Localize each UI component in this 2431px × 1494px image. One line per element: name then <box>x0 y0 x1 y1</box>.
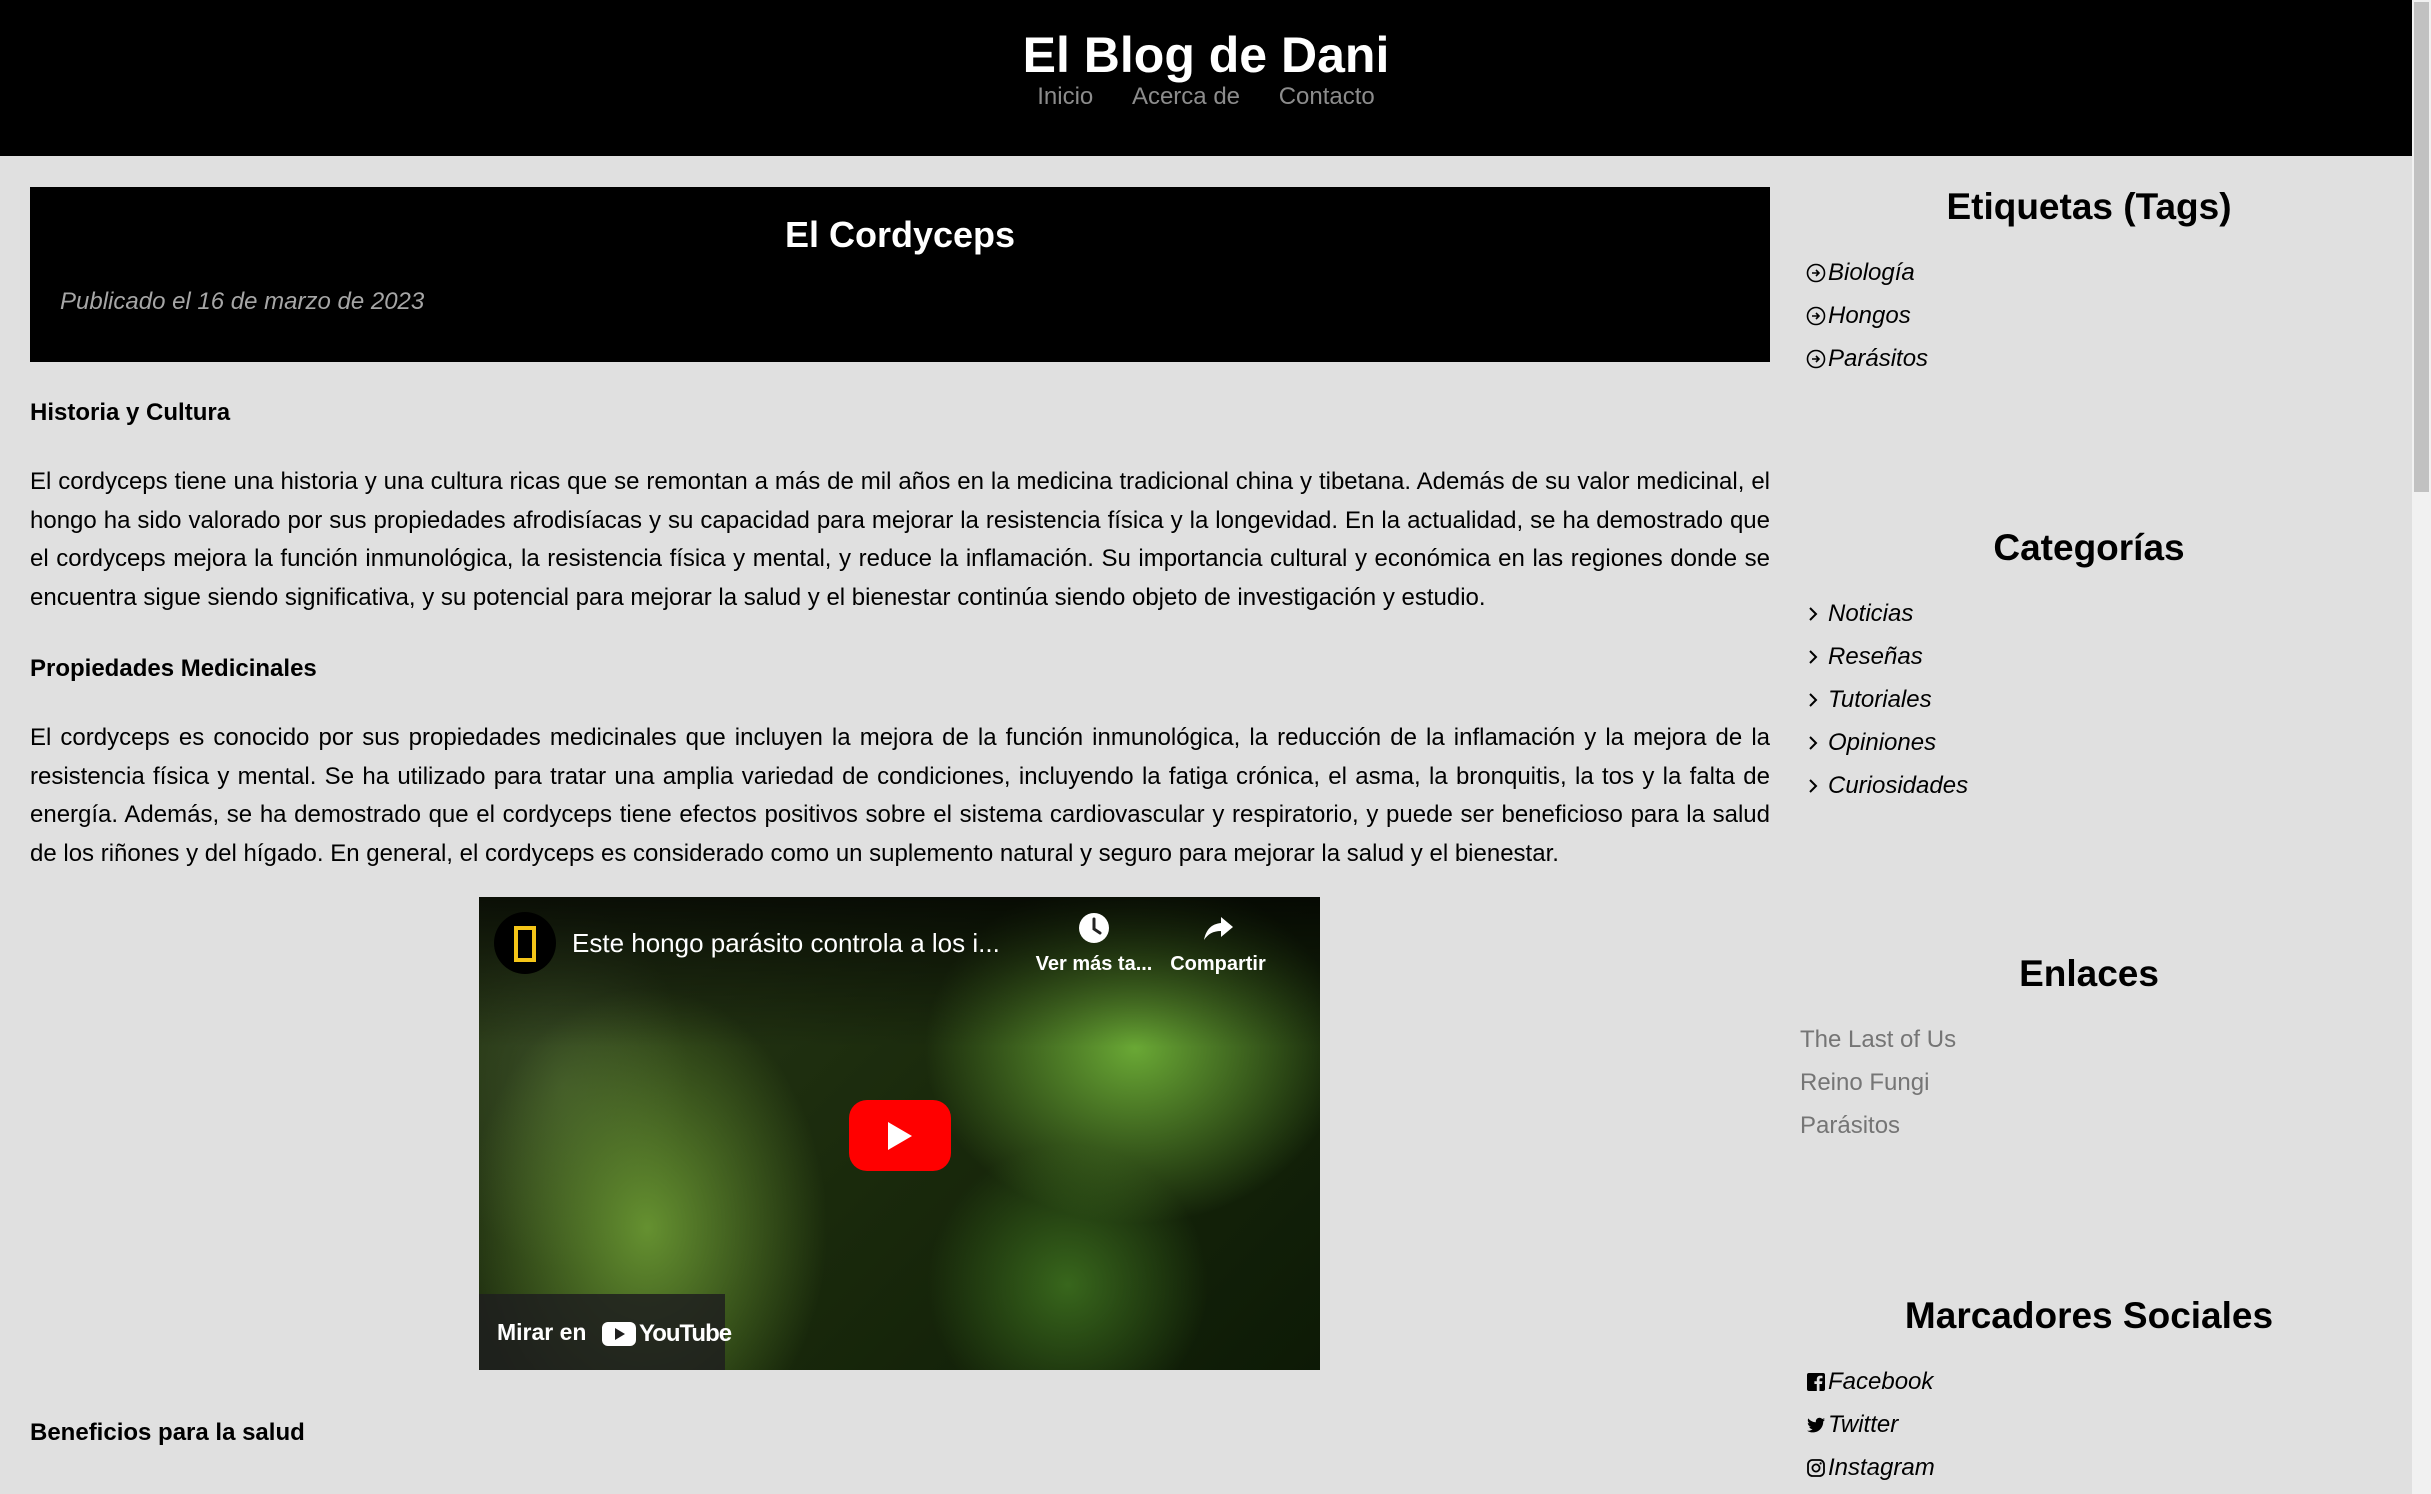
category-item[interactable]: Reseñas <box>1800 635 2378 678</box>
link-reino-fungi[interactable]: Reino Fungi <box>1800 1068 1929 1098</box>
post-date: Publicado el 16 de marzo de 2023 <box>60 288 425 315</box>
main-nav: Inicio Acerca de Contacto <box>0 82 2412 112</box>
post-header: El Cordyceps Publicado el 16 de marzo de… <box>30 187 1770 362</box>
site-title[interactable]: El Blog de Dani <box>0 22 2412 88</box>
chevron-right-icon <box>1800 728 1828 758</box>
nav-contacto[interactable]: Contacto <box>1279 83 1375 110</box>
clock-icon <box>1079 913 1109 943</box>
scrollbar-thumb[interactable] <box>2414 2 2429 492</box>
categories-list: Noticias Reseñas Tutoriales Opiniones Cu… <box>1800 592 2378 807</box>
link-parasitos[interactable]: Parásitos <box>1800 1111 1900 1141</box>
page-scrollbar[interactable] <box>2412 0 2431 1494</box>
categories-heading: Categorías <box>1993 527 2185 568</box>
social-link-instagram[interactable]: Instagram <box>1828 1453 1935 1483</box>
link-item[interactable]: The Last of Us <box>1800 1018 2378 1061</box>
share-icon <box>1204 917 1233 940</box>
social-item[interactable]: Facebook <box>1800 1360 2378 1403</box>
tag-item[interactable]: Parásitos <box>1800 337 2378 380</box>
links-heading: Enlaces <box>2019 953 2159 994</box>
social-item[interactable]: Instagram <box>1800 1446 2378 1489</box>
tag-link[interactable]: Hongos <box>1828 301 1911 331</box>
tags-heading: Etiquetas (Tags) <box>1946 186 2232 227</box>
circle-arrow-right-icon <box>1800 301 1828 331</box>
play-button[interactable] <box>849 1100 951 1171</box>
youtube-video-embed[interactable]: Este hongo parásito controla a los i... … <box>479 897 1320 1370</box>
chevron-right-icon <box>1800 685 1828 715</box>
tag-link[interactable]: Biología <box>1828 258 1915 288</box>
section-heading-propiedades: Propiedades Medicinales <box>30 655 317 682</box>
category-link[interactable]: Tutoriales <box>1828 685 1932 715</box>
share-label: Compartir <box>1170 953 1266 975</box>
category-link[interactable]: Curiosidades <box>1828 771 1968 801</box>
social-list: Facebook Twitter Instagram <box>1800 1360 2378 1489</box>
social-heading: Marcadores Sociales <box>1904 1295 2274 1336</box>
social-link-twitter[interactable]: Twitter <box>1828 1410 1898 1440</box>
tag-item[interactable]: Hongos <box>1800 294 2378 337</box>
section-heading-beneficios: Beneficios para la salud <box>30 1419 305 1446</box>
category-item[interactable]: Opiniones <box>1800 721 2378 764</box>
section-heading-historia: Historia y Cultura <box>30 399 231 426</box>
paragraph-historia: El cordyceps tiene una historia y una cu… <box>30 468 1770 611</box>
facebook-icon <box>1800 1367 1828 1397</box>
watch-on-label: Mirar en <box>497 1319 587 1345</box>
link-item[interactable]: Parásitos <box>1800 1104 2378 1147</box>
link-item[interactable]: Reino Fungi <box>1800 1061 2378 1104</box>
social-item[interactable]: Twitter <box>1800 1403 2378 1446</box>
nav-acerca-de[interactable]: Acerca de <box>1132 83 1240 110</box>
site-header: El Blog de Dani Inicio Acerca de Contact… <box>0 0 2412 156</box>
category-link[interactable]: Opiniones <box>1828 728 1936 758</box>
link-the-last-of-us[interactable]: The Last of Us <box>1800 1025 1956 1055</box>
category-item[interactable]: Curiosidades <box>1800 764 2378 807</box>
play-icon <box>888 1122 912 1150</box>
category-item[interactable]: Tutoriales <box>1800 678 2378 721</box>
tag-item[interactable]: Biología <box>1800 251 2378 294</box>
watch-later-button[interactable]: Ver más ta... <box>1029 911 1159 976</box>
chevron-right-icon <box>1800 642 1828 672</box>
chevron-right-icon <box>1800 599 1828 629</box>
links-list: The Last of Us Reino Fungi Parásitos <box>1800 1018 2378 1147</box>
instagram-icon <box>1800 1453 1828 1483</box>
channel-logo-icon[interactable] <box>494 912 556 974</box>
social-link-facebook[interactable]: Facebook <box>1828 1367 1933 1397</box>
category-link[interactable]: Reseñas <box>1828 642 1923 672</box>
circle-arrow-right-icon <box>1800 258 1828 288</box>
tag-link[interactable]: Parásitos <box>1828 344 1928 374</box>
circle-arrow-right-icon <box>1800 344 1828 374</box>
chevron-right-icon <box>1800 771 1828 801</box>
nav-inicio[interactable]: Inicio <box>1037 83 1093 110</box>
youtube-logo-icon: YouTube <box>602 1320 732 1348</box>
watch-later-label: Ver más ta... <box>1035 953 1153 975</box>
paragraph-propiedades: El cordyceps es conocido por sus propied… <box>30 724 1770 867</box>
tags-list: Biología Hongos Parásitos <box>1800 251 2378 380</box>
twitter-icon <box>1800 1410 1828 1440</box>
category-item[interactable]: Noticias <box>1800 592 2378 635</box>
category-link[interactable]: Noticias <box>1828 599 1913 629</box>
video-title[interactable]: Este hongo parásito controla a los i... <box>572 927 1042 959</box>
watch-on-youtube-button[interactable]: Mirar en YouTube <box>479 1294 732 1370</box>
share-button[interactable]: Compartir <box>1153 911 1283 976</box>
youtube-logo-text: YouTube <box>639 1320 732 1347</box>
post-title: El Cordyceps <box>784 214 1016 255</box>
